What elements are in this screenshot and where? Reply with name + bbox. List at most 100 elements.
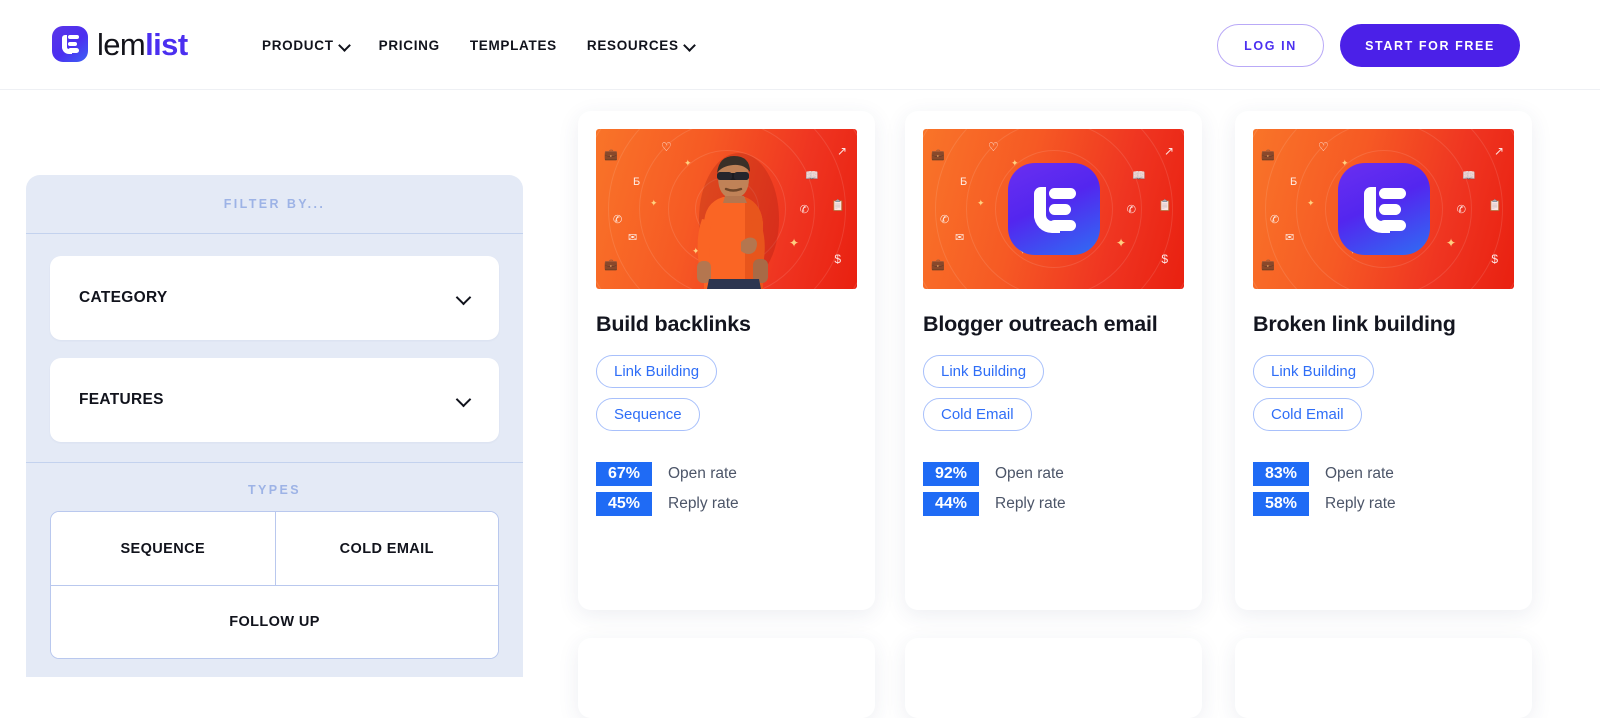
card-hero-image: 💼 ♡ ↗ Б 📖 ✆ ✆ 📋 ✉ $ 💼 ✦ ✦ ✦ ✦ (923, 129, 1184, 289)
lemlist-logo-icon (1337, 163, 1430, 255)
main-nav: PRODUCT PRICING TEMPLATES RESOURCES (262, 0, 694, 90)
sparkle-icon: ✦ (1115, 236, 1126, 250)
site-header: lemlist PRODUCT PRICING TEMPLATES RESOUR… (0, 0, 1600, 90)
bitcoin-icon: Б (960, 176, 968, 188)
template-card[interactable]: 💼 ♡ ↗ Б 📖 ✆ ✆ 📋 ✉ $ 💼 ✦ ✦ ✦ ✦ Build back… (578, 111, 875, 610)
card-hero-image: 💼 ♡ ↗ Б 📖 ✆ ✆ 📋 ✉ $ 💼 ✦ ✦ ✦ ✦ (1253, 129, 1514, 289)
template-card-grid: 💼 ♡ ↗ Б 📖 ✆ ✆ 📋 ✉ $ 💼 ✦ ✦ ✦ ✦ Build back… (578, 111, 1600, 718)
envelope-icon: ✉ (955, 232, 965, 244)
clipboard-icon: 📋 (1158, 200, 1172, 212)
book-icon: 📖 (805, 170, 819, 182)
stat-label: Open rate (995, 465, 1064, 483)
card-tags: Link Building Cold Email (1253, 355, 1514, 432)
nav-item-templates[interactable]: TEMPLATES (470, 38, 557, 53)
chevron-down-icon (685, 41, 694, 50)
type-option-cold-email[interactable]: COLD EMAIL (274, 512, 498, 585)
stat-value: 67% (596, 462, 652, 487)
card-tags: Link Building Sequence (596, 355, 857, 432)
stat-row: 58% Reply rate (1253, 492, 1514, 517)
nav-item-label: TEMPLATES (469, 37, 557, 53)
template-card[interactable] (578, 638, 875, 718)
types-heading: TYPES (248, 483, 301, 497)
sparkle-icon: ✦ (1011, 158, 1019, 168)
person-photo (696, 153, 779, 289)
dollar-icon: $ (834, 252, 841, 266)
stat-label: Reply rate (668, 495, 739, 513)
phone-outgoing-icon: ✆ (1456, 204, 1466, 216)
chevron-down-icon (340, 41, 349, 50)
envelope-icon: ✉ (1285, 232, 1295, 244)
nav-item-resources[interactable]: RESOURCES (587, 38, 694, 53)
filter-accordion-features[interactable]: FEATURES (50, 358, 499, 442)
sparkle-icon: ✦ (1445, 236, 1456, 250)
briefcase-icon: 💼 (1261, 259, 1275, 271)
phone-outgoing-icon: ✆ (799, 204, 809, 216)
phone-outgoing-icon: ✆ (613, 214, 623, 226)
briefcase-icon: 💼 (604, 149, 618, 161)
card-tag[interactable]: Link Building (923, 355, 1045, 389)
header-actions: LOG IN START FOR FREE (1217, 24, 1520, 67)
phone-outgoing-icon: ✆ (1270, 214, 1280, 226)
card-title: Build backlinks (596, 312, 751, 336)
heart-icon: ♡ (988, 140, 999, 154)
trending-up-icon: ↗ (1163, 144, 1174, 158)
filter-sidebar: FILTER BY... CATEGORY FEATURES TYPES SEQ… (26, 175, 523, 677)
start-for-free-button[interactable]: START FOR FREE (1340, 24, 1520, 67)
stat-row: 67% Open rate (596, 462, 857, 487)
book-icon: 📖 (1132, 170, 1146, 182)
stat-label: Reply rate (995, 495, 1066, 513)
card-title: Broken link building (1253, 312, 1456, 336)
heart-icon: ♡ (1318, 140, 1329, 154)
briefcase-icon: 💼 (931, 259, 945, 271)
template-card[interactable] (905, 638, 1202, 718)
envelope-icon: ✉ (628, 232, 638, 244)
accordion-label: FEATURES (79, 391, 164, 408)
sparkle-icon: ✦ (788, 236, 799, 250)
logo[interactable]: lemlist (52, 26, 188, 62)
nav-item-product[interactable]: PRODUCT (262, 38, 349, 53)
template-card[interactable] (1235, 638, 1532, 718)
nav-item-label: RESOURCES (586, 37, 679, 53)
card-tag[interactable]: Link Building (1253, 355, 1375, 389)
nav-item-label: PRODUCT (262, 37, 334, 53)
card-tag[interactable]: Cold Email (1253, 398, 1362, 432)
sparkle-icon: ✦ (1341, 158, 1349, 168)
nav-item-pricing[interactable]: PRICING (379, 38, 440, 53)
trending-up-icon: ↗ (836, 144, 847, 158)
phone-outgoing-icon: ✆ (940, 214, 950, 226)
dollar-icon: $ (1161, 252, 1168, 266)
sparkle-icon: ✦ (977, 198, 985, 208)
template-card[interactable]: 💼 ♡ ↗ Б 📖 ✆ ✆ 📋 ✉ $ 💼 ✦ ✦ ✦ ✦ Broken lin… (1235, 111, 1532, 610)
card-tag[interactable]: Link Building (596, 355, 718, 389)
card-tag[interactable]: Sequence (596, 398, 700, 432)
card-title: Blogger outreach email (923, 312, 1158, 336)
chevron-down-icon (458, 292, 470, 304)
card-stats: 92% Open rate 44% Reply rate (923, 462, 1184, 517)
types-grid: SEQUENCE COLD EMAIL FOLLOW UP (50, 511, 499, 659)
lemlist-logo-icon (1007, 163, 1100, 255)
logo-text-lem: lem (97, 26, 146, 62)
book-icon: 📖 (1462, 170, 1476, 182)
stat-value: 58% (1253, 492, 1309, 517)
stat-row: 83% Open rate (1253, 462, 1514, 487)
briefcase-icon: 💼 (931, 149, 945, 161)
clipboard-icon: 📋 (831, 200, 845, 212)
stat-row: 92% Open rate (923, 462, 1184, 487)
type-option-follow-up[interactable]: FOLLOW UP (51, 585, 498, 658)
sparkle-icon: ✦ (1307, 198, 1315, 208)
filter-accordion-category[interactable]: CATEGORY (50, 256, 499, 340)
type-option-sequence[interactable]: SEQUENCE (51, 512, 275, 585)
clipboard-icon: 📋 (1488, 200, 1502, 212)
stat-label: Open rate (1325, 465, 1394, 483)
stat-value: 83% (1253, 462, 1309, 487)
nav-item-label: PRICING (378, 37, 440, 53)
card-tags: Link Building Cold Email (923, 355, 1184, 432)
login-button[interactable]: LOG IN (1217, 24, 1324, 67)
filter-accordions: CATEGORY FEATURES (26, 234, 523, 462)
template-card[interactable]: 💼 ♡ ↗ Б 📖 ✆ ✆ 📋 ✉ $ 💼 ✦ ✦ ✦ ✦ Blogger ou… (905, 111, 1202, 610)
stat-label: Reply rate (1325, 495, 1396, 513)
card-tag[interactable]: Cold Email (923, 398, 1032, 432)
lemlist-logo-icon (52, 26, 88, 62)
sparkle-icon: ✦ (650, 198, 658, 208)
stat-row: 44% Reply rate (923, 492, 1184, 517)
